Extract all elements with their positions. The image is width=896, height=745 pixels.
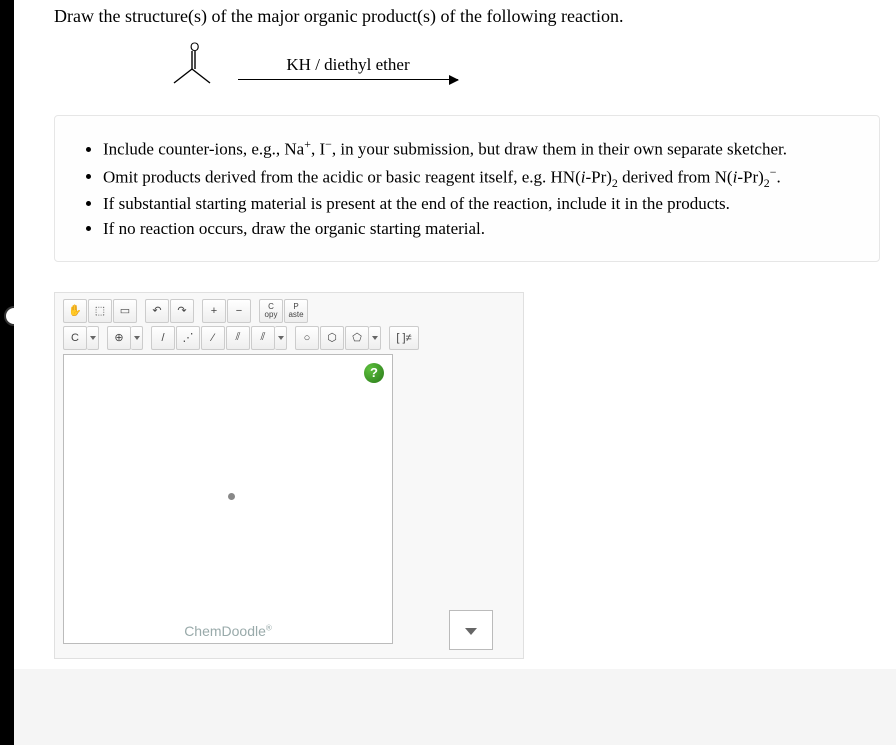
- bond-dropdown[interactable]: [275, 326, 287, 350]
- wedge-bond-tool[interactable]: ⫽: [251, 326, 275, 350]
- bracket-tool[interactable]: [ ]≠: [389, 326, 419, 350]
- cyclohexane-tool[interactable]: ○: [295, 326, 319, 350]
- single-bond-tool[interactable]: /: [151, 326, 175, 350]
- svg-text:O: O: [190, 41, 199, 54]
- double-bond-tool[interactable]: ⁄: [201, 326, 225, 350]
- paste-tool[interactable]: Paste: [284, 299, 308, 323]
- element-tool[interactable]: C: [63, 326, 87, 350]
- copy-tool[interactable]: Copy: [259, 299, 283, 323]
- sketcher-expand-dropdown[interactable]: [449, 610, 493, 650]
- triple-bond-tool[interactable]: ⫽: [226, 326, 250, 350]
- toolbar-row-1: ✋ ⬚ ▭ ↶ ↷ + − Copy Paste: [63, 299, 515, 323]
- chemdoodle-sketcher: ✋ ⬚ ▭ ↶ ↷ + − Copy Paste C ⊕ / ⋰ ⁄ ⫽ ⫽: [54, 292, 524, 659]
- redo-tool[interactable]: ↷: [170, 299, 194, 323]
- eraser-tool[interactable]: ▭: [113, 299, 137, 323]
- instruction-item: Include counter-ions, e.g., Na+, I−, in …: [103, 136, 855, 162]
- instruction-item: If substantial starting material is pres…: [103, 193, 855, 216]
- dotted-bond-tool[interactable]: ⋰: [176, 326, 200, 350]
- instructions-box: Include counter-ions, e.g., Na+, I−, in …: [54, 115, 880, 262]
- drawing-canvas[interactable]: ? ChemDoodle®: [63, 354, 393, 644]
- benzene-tool[interactable]: ⬡: [320, 326, 344, 350]
- help-icon[interactable]: ?: [364, 363, 384, 383]
- element-dropdown[interactable]: [87, 326, 99, 350]
- cyclopentane-tool[interactable]: ⬠: [345, 326, 369, 350]
- hand-tool[interactable]: ✋: [63, 299, 87, 323]
- canvas-start-atom[interactable]: [228, 493, 235, 500]
- instruction-item: If no reaction occurs, draw the organic …: [103, 218, 855, 241]
- toolbar-row-2: C ⊕ / ⋰ ⁄ ⫽ ⫽ ○ ⬡ ⬠ [ ]≠: [63, 326, 515, 350]
- lasso-tool[interactable]: ⬚: [88, 299, 112, 323]
- ring-dropdown[interactable]: [369, 326, 381, 350]
- acetone-structure: O: [164, 41, 220, 93]
- reaction-arrow: [238, 79, 458, 80]
- instruction-item: Omit products derived from the acidic or…: [103, 164, 855, 191]
- chemdoodle-brand: ChemDoodle®: [184, 623, 272, 639]
- question-prompt: Draw the structure(s) of the major organ…: [54, 6, 880, 27]
- reaction-scheme: O KH / diethyl ether: [164, 41, 880, 93]
- charge-dropdown[interactable]: [131, 326, 143, 350]
- undo-tool[interactable]: ↶: [145, 299, 169, 323]
- question-content: Draw the structure(s) of the major organ…: [14, 0, 896, 669]
- charge-tool[interactable]: ⊕: [107, 326, 131, 350]
- reagent-label: KH / diethyl ether: [286, 55, 409, 75]
- zoom-in-tool[interactable]: +: [202, 299, 226, 323]
- zoom-out-tool[interactable]: −: [227, 299, 251, 323]
